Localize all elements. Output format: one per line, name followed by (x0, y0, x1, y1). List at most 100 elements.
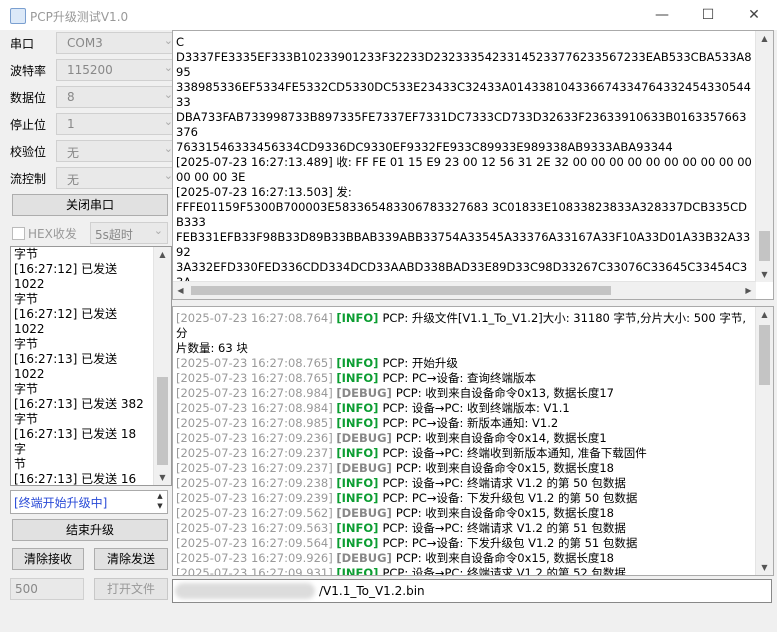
log-message: PCP: PC→设备: 下发升级包 V1.2 的第 50 包数据 (382, 491, 638, 505)
log-message: PCP: 收到来自设备命令0x13, 数据长度17 (395, 386, 614, 400)
log-level: [INFO] (336, 401, 383, 415)
log-message: PCP: PC→设备: 下发升级包 V1.2 的第 51 包数据 (382, 536, 638, 550)
log-timestamp: [2025-07-23 16:27:08.764] (176, 311, 337, 325)
log-level: [DEBUG] (336, 506, 396, 520)
log-message: PCP: PC→设备: 新版本通知: V1.2 (382, 416, 559, 430)
log-level: [DEBUG] (336, 386, 396, 400)
receive-text: 33801042A133C230353230330430332340334070… (176, 31, 752, 299)
log-line: [2025-07-23 16:27:09.926] [DEBUG] PCP: 收… (176, 551, 752, 566)
close-port-button[interactable]: 关闭串口 (12, 194, 168, 216)
log-timestamp: [2025-07-23 16:27:09.564] (176, 536, 337, 550)
port-value: COM3 (67, 36, 103, 50)
scroll-down-icon[interactable]: ▼ (756, 267, 773, 282)
scroll-up-icon[interactable]: ▲ (756, 307, 773, 322)
scroll-thumb[interactable] (157, 377, 168, 465)
scroll-thumb[interactable] (759, 231, 770, 261)
send-log-item: [16:27:13] 已发送 1022 (14, 352, 118, 381)
hex-checkbox[interactable] (12, 227, 25, 240)
title-bar: PCP升级测试V1.0 — ☐ ✕ (0, 0, 777, 30)
scroll-thumb[interactable] (759, 325, 770, 385)
log-level: [INFO] (336, 521, 383, 535)
scroll-left-icon[interactable]: ◀ (173, 282, 188, 299)
log-level: [INFO] (336, 416, 383, 430)
scroll-up-icon[interactable]: ▲ (154, 247, 171, 262)
log-scrollbar[interactable]: ▲ ▼ (755, 307, 773, 575)
scroll-down-icon[interactable]: ▼ (756, 560, 773, 575)
databits-value: 8 (67, 90, 75, 104)
log-level: [INFO] (336, 311, 383, 325)
parity-row: 校验位 无 ⌄ (10, 140, 178, 162)
end-upgrade-button[interactable]: 结束升级 (12, 519, 168, 541)
log-line: [2025-07-23 16:27:08.765] [INFO] PCP: PC… (176, 371, 752, 386)
log-level: [INFO] (336, 356, 383, 370)
scroll-up-icon[interactable]: ▲ (756, 31, 773, 46)
log-message: PCP: 设备→PC: 终端请求 V1.2 的第 52 包数据 (382, 566, 626, 576)
protocol-log[interactable]: [2025-07-23 16:27:08.764] [INFO] PCP: 升级… (172, 306, 774, 576)
clear-send-button[interactable]: 清除发送 (94, 548, 168, 570)
log-line: [2025-07-23 16:27:08.764] [INFO] PCP: 升级… (176, 311, 752, 341)
send-log-scrollbar[interactable]: ▲ ▼ (153, 247, 171, 485)
port-select[interactable]: COM3 ⌄ (56, 32, 178, 54)
log-timestamp: [2025-07-23 16:27:08.765] (176, 356, 337, 370)
send-log-item: [16:27:13] 已发送 16 字 (14, 472, 137, 486)
flow-select[interactable]: 无 ⌄ (56, 167, 178, 189)
close-button[interactable]: ✕ (731, 0, 777, 30)
databits-select[interactable]: 8 ⌄ (56, 86, 178, 108)
log-timestamp: [2025-07-23 16:27:09.239] (176, 491, 337, 505)
log-level: [DEBUG] (336, 551, 396, 565)
file-path-field[interactable]: /V1.1_To_V1.2.bin (172, 579, 772, 603)
send-log-lines: 字节 [16:27:12] 已发送 1022 字节 [16:27:12] 已发送 10… (14, 247, 150, 486)
send-log-item: [16:27:12] 已发送 1022 (14, 262, 118, 291)
scroll-down-icon[interactable]: ▼ (154, 470, 171, 485)
status-spinner[interactable]: ▲ ▼ (153, 491, 167, 513)
receive-textbox[interactable]: 33801042A133C230353230330430332340334070… (172, 30, 774, 300)
log-message: PCP: 设备→PC: 终端收到新版本通知, 准备下载固件 (382, 446, 647, 460)
log-level: [DEBUG] (336, 431, 396, 445)
clear-receive-button[interactable]: 清除接收 (12, 548, 84, 570)
timeout-select[interactable]: 5s超时 ⌄ (90, 222, 168, 244)
databits-row: 数据位 8 ⌄ (10, 86, 178, 108)
log-line: [2025-07-23 16:27:08.984] [INFO] PCP: 设备… (176, 401, 752, 416)
log-line: [2025-07-23 16:27:09.563] [INFO] PCP: 设备… (176, 521, 752, 536)
flow-value: 无 (67, 173, 80, 187)
baud-value: 115200 (67, 63, 113, 77)
receive-scrollbar[interactable]: ▲ ▼ (755, 31, 773, 282)
hex-row: HEX收发 5s超时 ⌄ (10, 222, 170, 244)
log-timestamp: [2025-07-23 16:27:09.237] (176, 446, 337, 460)
log-message: PCP: 收到来自设备命令0x15, 数据长度18 (395, 551, 614, 565)
minimize-button[interactable]: — (639, 0, 685, 30)
hscroll-thumb[interactable] (191, 286, 611, 295)
log-message: PCP: 开始升级 (382, 356, 458, 370)
log-message: PCP: 设备→PC: 终端请求 V1.2 的第 50 包数据 (382, 476, 626, 490)
maximize-button[interactable]: ☐ (685, 0, 731, 30)
packet-size-input[interactable]: 500 (10, 578, 84, 600)
send-log-list[interactable]: 字节 [16:27:12] 已发送 1022 字节 [16:27:12] 已发送 10… (10, 246, 172, 486)
open-file-button[interactable]: 打开文件 (94, 578, 168, 600)
stopbits-label: 停止位 (10, 118, 47, 132)
log-timestamp: [2025-07-23 16:27:08.984] (176, 386, 337, 400)
serial-settings-panel: 串口 COM3 ⌄ 波特率 115200 ⌄ 数据位 8 ⌄ 停止位 1 ⌄ 校验位 无… (0, 30, 178, 632)
app-icon (10, 8, 26, 24)
baud-select[interactable]: 115200 ⌄ (56, 59, 178, 81)
scroll-right-icon[interactable]: ▶ (741, 282, 756, 299)
upgrade-status-text: [终端开始升级中] (14, 496, 108, 510)
stopbits-select[interactable]: 1 ⌄ (56, 113, 178, 135)
port-row: 串口 COM3 ⌄ (10, 32, 178, 54)
flow-label: 流控制 (10, 172, 47, 186)
log-message: PCP: 收到来自设备命令0x15, 数据长度18 (395, 461, 614, 475)
send-log-item: 节 (14, 457, 27, 471)
receive-hscrollbar[interactable]: ◀ ▶ (173, 281, 756, 299)
parity-label: 校验位 (10, 145, 47, 159)
log-line: [2025-07-23 16:27:09.238] [INFO] PCP: 设备… (176, 476, 752, 491)
log-timestamp: [2025-07-23 16:27:09.238] (176, 476, 337, 490)
log-level: [DEBUG] (336, 461, 396, 475)
upgrade-status-field[interactable]: [终端开始升级中] ▲ ▼ (10, 490, 168, 514)
log-line: [2025-07-23 16:27:09.562] [DEBUG] PCP: 收… (176, 506, 752, 521)
log-message: PCP: PC→设备: 查询终端版本 (382, 371, 536, 385)
parity-select[interactable]: 无 ⌄ (56, 140, 178, 162)
send-log-item: [16:27:12] 已发送 1022 (14, 307, 118, 336)
log-level: [INFO] (336, 491, 383, 505)
log-timestamp: [2025-07-23 16:27:09.926] (176, 551, 337, 565)
log-timestamp: [2025-07-23 16:27:08.765] (176, 371, 337, 385)
log-line: [2025-07-23 16:27:09.931] [INFO] PCP: 设备… (176, 566, 752, 576)
